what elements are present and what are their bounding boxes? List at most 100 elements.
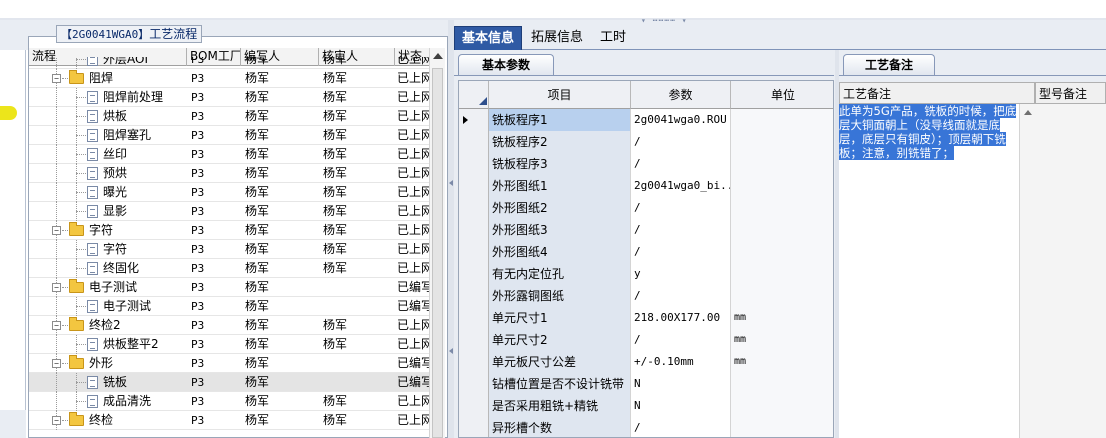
param-value-cell[interactable]: / <box>631 153 731 175</box>
tree-row[interactable]: − 字符 P3 杨军 杨军 已上网 <box>29 221 429 240</box>
param-row[interactable]: 外形露铜图纸 / <box>459 285 833 307</box>
param-row[interactable]: 异形槽个数 / <box>459 417 833 437</box>
flow-vertical-scrollbar[interactable] <box>429 48 445 438</box>
col-header-model-notes[interactable]: 型号备注 <box>1035 82 1106 104</box>
param-value-cell[interactable]: 2g0041wga0_bi... <box>631 175 731 197</box>
col-header-unit[interactable]: 单位 <box>731 81 833 109</box>
row-indicator[interactable] <box>459 285 489 307</box>
param-value-cell[interactable]: / <box>631 131 731 153</box>
col-header-param[interactable]: 参数 <box>631 81 731 109</box>
param-row[interactable]: 是否采用粗铣+精铣 N <box>459 395 833 417</box>
row-indicator[interactable] <box>459 351 489 373</box>
row-indicator[interactable] <box>459 175 489 197</box>
tree-node-label[interactable]: 外层AOI <box>103 57 148 69</box>
param-row[interactable]: 单元尺寸2/mm <box>459 329 833 351</box>
tree-row[interactable]: 丝印 P3 杨军 杨军 已上网 <box>29 145 429 164</box>
row-indicator[interactable] <box>459 197 489 219</box>
param-value-cell[interactable]: y <box>631 263 731 285</box>
tree-node-label[interactable]: 电子测试 <box>89 278 137 297</box>
process-notes-text[interactable]: 此单为5G产品，铣板的时候，把底层大铜面朝上（没导线面就是底层，底层只有铜皮）；… <box>839 104 1017 160</box>
tree-node-label[interactable]: 预烘 <box>103 164 127 183</box>
collapse-toggle-icon[interactable]: − <box>52 321 61 330</box>
tree-row[interactable]: 烘板 P3 杨军 杨军 已上网 <box>29 107 429 126</box>
param-value-cell[interactable]: 218.00X177.00 <box>631 307 731 329</box>
tree-row[interactable]: 字符 P3 杨军 杨军 已上网 <box>29 240 429 259</box>
tree-node-label[interactable]: 铣板 <box>103 373 127 392</box>
notes-scrollbar[interactable] <box>1019 104 1035 438</box>
tree-node-label[interactable]: 阻焊 <box>89 69 113 88</box>
param-value-cell[interactable]: / <box>631 241 731 263</box>
col-header-item[interactable]: 项目 <box>489 81 631 109</box>
param-row[interactable]: 钻槽位置是否不设计铣带 N <box>459 373 833 395</box>
tree-node-label[interactable]: 外形 <box>89 354 113 373</box>
scroll-thumb[interactable] <box>432 68 443 438</box>
tree-node-label[interactable]: 显影 <box>103 202 127 221</box>
tree-row[interactable]: 铣板 P3 杨军 已编写 <box>29 373 429 392</box>
tree-node-label[interactable]: 终固化 <box>103 259 139 278</box>
param-value-cell[interactable]: 2g0041wga0.ROU <box>631 109 731 131</box>
tree-node-label[interactable]: 阻焊塞孔 <box>103 126 151 145</box>
param-row[interactable]: 外形图纸1 2g0041wga0_bi... <box>459 175 833 197</box>
folder-icon[interactable] <box>0 106 17 120</box>
param-value-cell[interactable]: N <box>631 395 731 417</box>
tree-row[interactable]: 终固化 P3 杨军 杨军 已上网 <box>29 259 429 278</box>
param-row[interactable]: 单元尺寸1 218.00X177.00 mm <box>459 307 833 329</box>
row-indicator[interactable] <box>459 373 489 395</box>
collapse-toggle-icon[interactable]: − <box>52 283 61 292</box>
tree-row[interactable]: − 终检2 P3 杨军 杨军 已上网 <box>29 316 429 335</box>
param-row[interactable]: 外形图纸4/ <box>459 241 833 263</box>
param-value-cell[interactable]: / <box>631 219 731 241</box>
param-value-cell[interactable]: / <box>631 329 731 351</box>
row-indicator[interactable] <box>459 153 489 175</box>
process-notes-textarea[interactable]: 此单为5G产品，铣板的时候，把底层大铜面朝上（没导线面就是底层，底层只有铜皮）；… <box>839 104 1035 438</box>
row-indicator[interactable] <box>459 329 489 351</box>
param-value-cell[interactable]: / <box>631 417 731 437</box>
tree-node-label[interactable]: 终检2 <box>89 316 121 335</box>
param-row[interactable]: 有无内定位孔 y <box>459 263 833 285</box>
tree-row[interactable]: 曝光 P3 杨军 杨军 已上网 <box>29 183 429 202</box>
param-row[interactable]: 铣板程序2/ <box>459 131 833 153</box>
tree-node-label[interactable]: 字符 <box>103 240 127 259</box>
collapse-toggle-icon[interactable]: − <box>52 74 61 83</box>
tree-row[interactable]: 阻焊前处理 P3 杨军 杨军 已上网 <box>29 88 429 107</box>
param-row[interactable]: 铣板程序3/ <box>459 153 833 175</box>
tree-node-label[interactable]: 烘板 <box>103 107 127 126</box>
tree-row[interactable]: 烘板整平2 P3 杨军 杨军 已上网 <box>29 335 429 354</box>
param-value-cell[interactable]: +/-0.10mm <box>631 351 731 373</box>
tree-row[interactable]: 成品清洗 P3 杨军 杨军 已上网 <box>29 392 429 411</box>
tree-node-label[interactable]: 阻焊前处理 <box>103 88 163 107</box>
tab-work-hours[interactable]: 工时 <box>593 26 633 50</box>
param-row[interactable]: 铣板程序1 2g0041wga0.ROU <box>459 109 833 131</box>
collapse-toggle-icon[interactable]: − <box>52 359 61 368</box>
row-indicator[interactable] <box>459 417 489 437</box>
splitter-arrow-icon[interactable] <box>449 348 453 354</box>
collapse-toggle-icon[interactable]: − <box>52 416 61 425</box>
scroll-up-arrow-icon[interactable] <box>1024 110 1032 115</box>
tree-row[interactable]: 阻焊塞孔 P3 杨军 杨军 已上网 <box>29 126 429 145</box>
tree-node-label[interactable]: 曝光 <box>103 183 127 202</box>
tree-row[interactable]: 预烘 P3 杨军 杨军 已上网 <box>29 164 429 183</box>
tree-node-label[interactable]: 烘板整平2 <box>103 335 159 354</box>
row-indicator[interactable] <box>459 109 489 131</box>
tree-row[interactable]: − 终检 P3 杨军 杨军 已上网 <box>29 411 429 430</box>
param-row[interactable]: 单元板尺寸公差 +/-0.10mm mm <box>459 351 833 373</box>
row-indicator[interactable] <box>459 263 489 285</box>
model-notes-cell[interactable] <box>1035 104 1106 438</box>
tree-node-label[interactable]: 终检 <box>89 411 113 430</box>
row-indicator[interactable] <box>459 219 489 241</box>
col-header-process-notes[interactable]: 工艺备注 <box>839 82 1035 104</box>
tree-node-label[interactable]: 丝印 <box>103 145 127 164</box>
row-indicator[interactable] <box>459 307 489 329</box>
tab-basic-info[interactable]: 基本信息 <box>454 26 523 50</box>
row-indicator[interactable] <box>459 131 489 153</box>
tab-extended-info[interactable]: 拓展信息 <box>524 26 590 50</box>
tree-row[interactable]: − 电子测试 P3 杨军 已编写 <box>29 278 429 297</box>
tree-node-label[interactable]: 成品清洗 <box>103 392 151 411</box>
param-value-cell[interactable]: / <box>631 285 731 307</box>
tree-row[interactable]: − 外形 P3 杨军 已编写 <box>29 354 429 373</box>
tree-node-label[interactable]: 电子测试 <box>103 297 151 316</box>
collapse-toggle-icon[interactable]: − <box>52 226 61 235</box>
tree-row[interactable]: 外层AOI P3 杨军 杨军 已上网 <box>29 57 429 69</box>
tree-row[interactable]: − 阻焊 P3 杨军 杨军 已上网 <box>29 69 429 88</box>
row-indicator[interactable] <box>459 241 489 263</box>
